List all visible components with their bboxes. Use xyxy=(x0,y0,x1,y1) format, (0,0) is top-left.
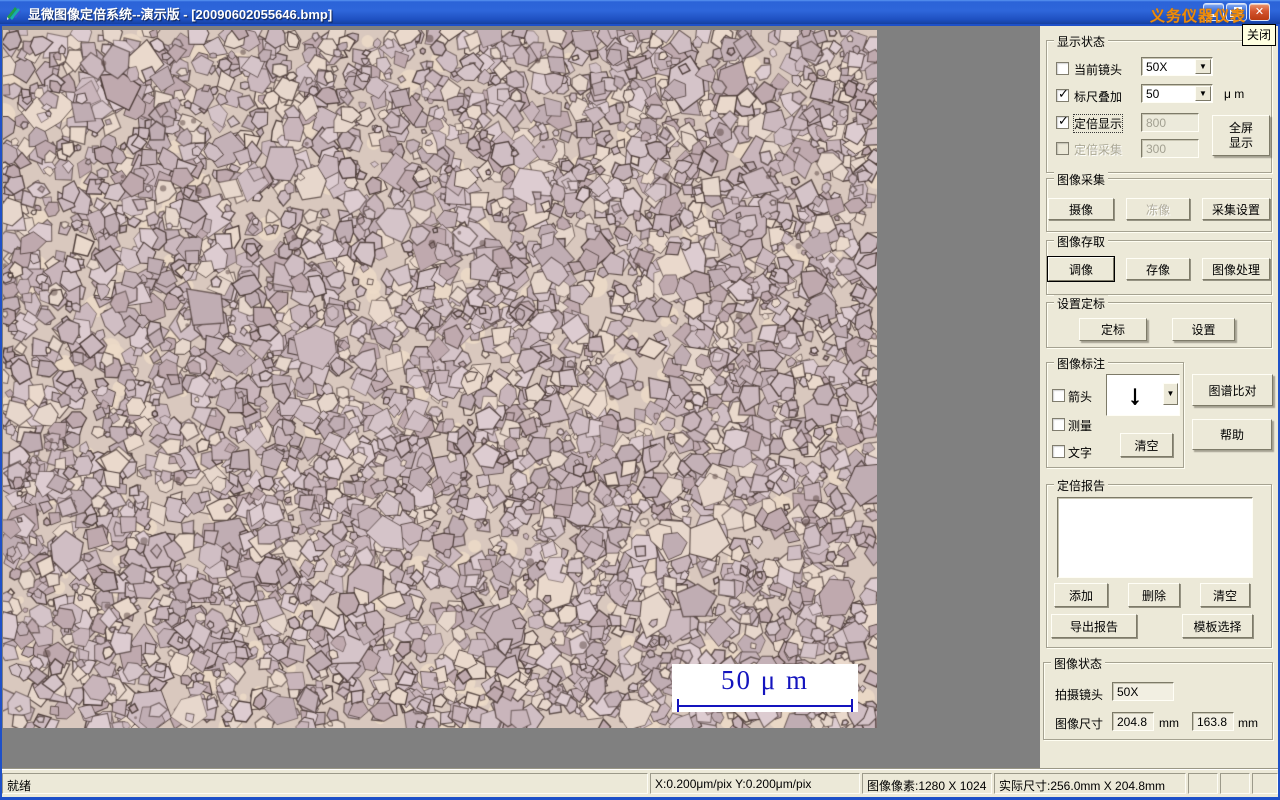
current-lens-checkbox[interactable] xyxy=(1056,62,1069,75)
image-height-value: 163.8 xyxy=(1192,712,1234,731)
arrow-annotation-checkbox[interactable] xyxy=(1052,389,1065,402)
width-unit-label: mm xyxy=(1159,716,1179,730)
capture-settings-button[interactable]: 采集设置 xyxy=(1202,198,1270,220)
check-icon: ✓ xyxy=(1058,113,1069,128)
status-empty-segment xyxy=(1252,773,1278,794)
clear-annotation-button[interactable]: 清空 xyxy=(1120,433,1173,457)
arrow-style-combobox[interactable]: ↓ ▼ xyxy=(1106,374,1180,416)
minimize-button[interactable] xyxy=(1203,3,1224,21)
micrograph-image[interactable] xyxy=(3,30,877,728)
workspace: 50 μ m xyxy=(2,26,1040,768)
scale-bar-line xyxy=(678,705,852,707)
group-title: 图像状态 xyxy=(1051,655,1106,672)
dropdown-arrow-icon[interactable]: ▼ xyxy=(1163,383,1178,405)
status-actual-size: 实际尺寸:256.0mm X 204.8mm xyxy=(994,773,1186,794)
fixed-display-checkbox[interactable]: ✓ xyxy=(1056,113,1069,129)
template-select-button[interactable]: 模板选择 xyxy=(1182,614,1253,638)
status-bar: 就绪 X:0.200μm/pix Y:0.200μm/pix 图像像素:1280… xyxy=(2,768,1278,797)
height-unit-label: mm xyxy=(1238,716,1258,730)
control-panel: 显示状态 当前镜头 50X ▼ ✓ 标尺叠加 50 ▼ μ m ✓ 定倍显示 8… xyxy=(1040,26,1278,768)
group-title: 设置定标 xyxy=(1054,295,1109,312)
export-report-button[interactable]: 导出报告 xyxy=(1051,614,1137,638)
report-add-button[interactable]: 添加 xyxy=(1054,583,1108,607)
atlas-compare-button[interactable]: 图谱比对 xyxy=(1192,374,1273,406)
fixed-capture-input: 300 xyxy=(1141,139,1199,158)
image-width-value: 204.8 xyxy=(1112,712,1154,731)
load-image-button[interactable]: 调像 xyxy=(1047,256,1115,282)
app-icon xyxy=(7,7,21,20)
fixed-display-label: 定倍显示 xyxy=(1072,114,1124,133)
scale-bar-tick xyxy=(851,699,853,712)
group-title: 图像存取 xyxy=(1054,233,1109,250)
fixed-capture-checkbox xyxy=(1056,142,1069,155)
text-annotation-label: 文字 xyxy=(1068,446,1093,460)
scale-bar-label: 50 μ m xyxy=(721,665,809,695)
close-button[interactable]: ✕ xyxy=(1249,3,1270,21)
fixed-display-input: 800 xyxy=(1141,113,1199,132)
arrow-down-icon: ↓ xyxy=(1127,379,1142,410)
status-ready: 就绪 xyxy=(2,773,648,794)
status-pixel-scale: X:0.200μm/pix Y:0.200μm/pix xyxy=(650,773,860,794)
calibrate-button[interactable]: 定标 xyxy=(1079,318,1147,341)
ruler-overlay-label: 标尺叠加 xyxy=(1074,90,1123,104)
group-title: 显示状态 xyxy=(1054,33,1109,50)
fullscreen-button[interactable]: 全屏显示 xyxy=(1212,115,1270,156)
scale-bar-tick xyxy=(677,699,679,712)
status-empty-segment xyxy=(1220,773,1250,794)
current-lens-combobox[interactable]: 50X ▼ xyxy=(1141,57,1213,76)
text-annotation-checkbox[interactable] xyxy=(1052,445,1065,458)
ruler-unit-label: μ m xyxy=(1224,87,1245,101)
group-title: 图像标注 xyxy=(1054,355,1109,372)
report-delete-button[interactable]: 删除 xyxy=(1128,583,1180,607)
window-title: 显微图像定倍系统--演示版 - [20090602055646.bmp] xyxy=(28,7,333,22)
status-empty-segment xyxy=(1188,773,1218,794)
image-size-label: 图像尺寸 xyxy=(1055,717,1104,731)
ruler-value-combobox[interactable]: 50 ▼ xyxy=(1141,84,1213,103)
report-listbox[interactable] xyxy=(1057,497,1253,578)
group-title: 定倍报告 xyxy=(1054,477,1109,494)
title-bar: 显微图像定倍系统--演示版 - [20090602055646.bmp] ✕ xyxy=(0,0,1280,24)
close-tooltip: 关闭 xyxy=(1242,24,1277,46)
save-image-button[interactable]: 存像 xyxy=(1126,258,1190,280)
shoot-button[interactable]: 摄像 xyxy=(1048,198,1114,220)
report-clear-button[interactable]: 清空 xyxy=(1200,583,1250,607)
calibration-settings-button[interactable]: 设置 xyxy=(1172,318,1235,341)
scale-bar-overlay: 50 μ m xyxy=(672,664,858,712)
check-icon: ✓ xyxy=(1058,86,1069,101)
group-title: 图像采集 xyxy=(1054,171,1109,188)
fixed-capture-label: 定倍采集 xyxy=(1074,143,1123,157)
arrow-annotation-label: 箭头 xyxy=(1068,390,1093,404)
minimize-icon xyxy=(1208,14,1217,17)
measure-checkbox[interactable] xyxy=(1052,418,1065,431)
image-process-button[interactable]: 图像处理 xyxy=(1202,258,1270,280)
ruler-overlay-checkbox[interactable]: ✓ xyxy=(1056,86,1069,102)
capture-lens-label: 拍摄镜头 xyxy=(1055,688,1104,702)
dropdown-arrow-icon[interactable]: ▼ xyxy=(1195,86,1211,101)
close-icon: ✕ xyxy=(1254,6,1265,18)
help-button[interactable]: 帮助 xyxy=(1192,419,1272,450)
current-lens-label: 当前镜头 xyxy=(1074,63,1123,77)
dropdown-arrow-icon[interactable]: ▼ xyxy=(1195,59,1211,74)
freeze-button: 冻像 xyxy=(1126,198,1190,220)
capture-lens-value: 50X xyxy=(1112,682,1174,701)
restore-button[interactable] xyxy=(1226,3,1247,21)
measure-label: 测量 xyxy=(1068,419,1093,433)
status-image-pixels: 图像像素:1280 X 1024 xyxy=(862,773,992,794)
app-window: 显微图像定倍系统--演示版 - [20090602055646.bmp] ✕ 义… xyxy=(0,0,1280,800)
